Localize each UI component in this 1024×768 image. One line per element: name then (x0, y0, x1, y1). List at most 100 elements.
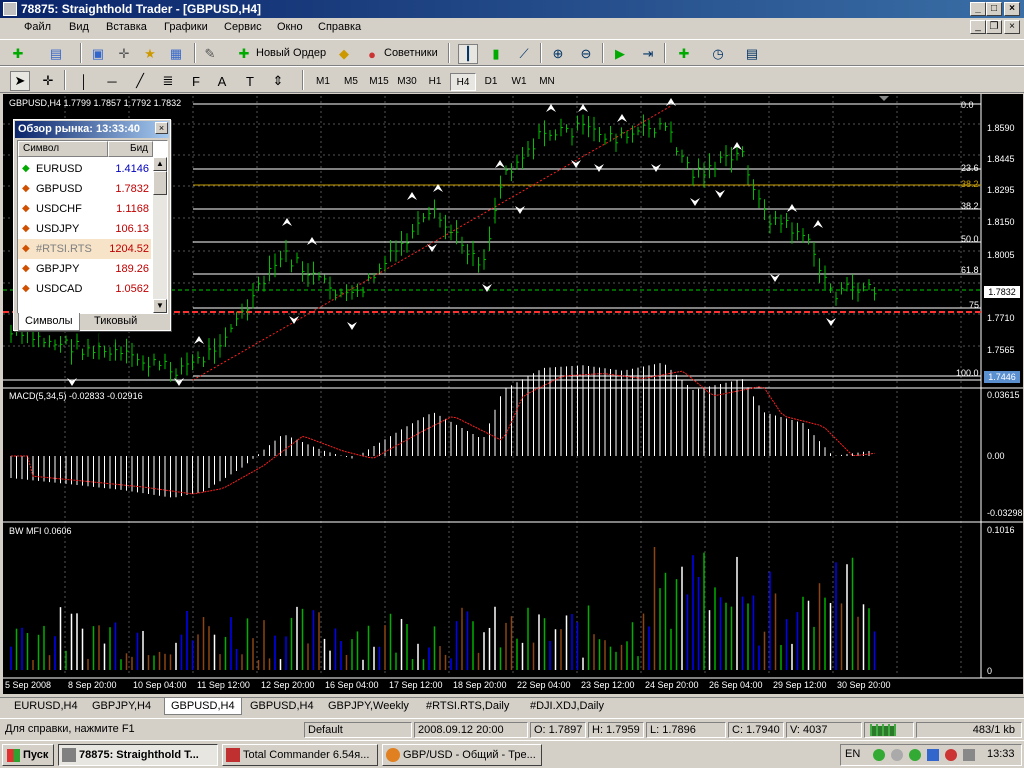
tab-tick-chart[interactable]: Тиковый граф (88, 313, 170, 343)
connection-bars-icon (864, 722, 914, 738)
market-row[interactable]: ◆ USDCAD 1.0562 (18, 279, 151, 299)
mdi-restore-button[interactable]: ❐ (986, 20, 1002, 34)
tf-m1[interactable]: M1 (310, 73, 336, 91)
menu-file[interactable]: Файл (24, 21, 51, 33)
price-tick: 1.8445 (987, 154, 1015, 164)
start-button[interactable]: Пуск (2, 744, 54, 766)
menu-window[interactable]: Окно (277, 21, 303, 33)
market-watch-close-icon[interactable]: × (155, 122, 168, 134)
line-chart-icon[interactable]: ⟋ (514, 44, 534, 64)
market-row[interactable]: ◆ USDCHF 1.1168 (18, 199, 151, 219)
advisors-icon[interactable]: ● (362, 44, 382, 64)
market-watch-title[interactable]: Обзор рынка: 13:33:40 (15, 121, 169, 138)
task-metatrader[interactable]: 78875: Straighthold T... (58, 744, 218, 766)
terminal-icon[interactable]: ▦ (166, 44, 186, 64)
tray-volume-icon[interactable] (963, 749, 975, 761)
text-label-icon[interactable]: T (240, 71, 260, 91)
tf-mn[interactable]: MN (534, 73, 560, 91)
menu-view[interactable]: Вид (69, 21, 89, 33)
autoscroll-icon[interactable]: ▶ (610, 44, 630, 64)
task-total-commander[interactable]: Total Commander 6.54я... (222, 744, 378, 766)
tab-symbols[interactable]: Символы (18, 313, 80, 331)
metatrader-icon (62, 748, 76, 762)
chart-tab[interactable]: GBPUSD,H4 (244, 698, 320, 715)
chart-tab[interactable]: #RTSI.RTS,Daily (420, 698, 515, 715)
menu-help[interactable]: Справка (318, 21, 361, 33)
tester-icon[interactable]: ✎ (200, 44, 220, 64)
chart-tab[interactable]: GBPJPY,H4 (86, 698, 157, 715)
chart-tab[interactable]: EURUSD,H4 (8, 698, 84, 715)
market-watch-icon[interactable]: ▣ (88, 44, 108, 64)
maximize-button[interactable]: □ (986, 2, 1002, 16)
channel-icon[interactable]: ≣ (158, 71, 178, 91)
tf-h1[interactable]: H1 (422, 73, 448, 91)
chart-shift-icon[interactable]: ⇥ (638, 44, 658, 64)
templates-icon[interactable]: ▤ (742, 44, 762, 64)
mdi-minimize-button[interactable]: _ (970, 20, 986, 34)
time-tick: 22 Sep 04:00 (517, 680, 571, 690)
language-indicator[interactable]: EN (845, 748, 860, 760)
fractal-up-arrow (787, 204, 797, 212)
macd-signal-line (11, 370, 875, 495)
scroll-thumb[interactable] (153, 171, 167, 195)
status-bar: Для справки, нажмите F1 Default 2008.09.… (0, 718, 1024, 738)
fib-level-75: 75 (969, 300, 980, 310)
text-icon[interactable]: A (212, 71, 232, 91)
tf-m5[interactable]: M5 (338, 73, 364, 91)
tray-agent-icon[interactable] (927, 749, 939, 761)
col-symbol-header[interactable]: Символ (18, 141, 108, 157)
metaeditor-icon[interactable]: ◆ (334, 44, 354, 64)
market-row[interactable]: ◆ EURUSD 1.4146 (18, 159, 151, 179)
col-bid-header[interactable]: Бид (108, 141, 153, 157)
profiles-icon[interactable]: ▤ (46, 44, 66, 64)
crosshair-icon[interactable]: ✛ (38, 71, 58, 91)
arrows-icon[interactable]: ⇕ (268, 71, 288, 91)
mdi-close-button[interactable]: × (1004, 20, 1020, 34)
market-watch-scrollbar[interactable]: ▲ ▼ (153, 157, 167, 313)
chart-tab[interactable]: GBPJPY,Weekly (322, 698, 415, 715)
tray-antivirus-icon[interactable] (945, 749, 957, 761)
task-browser[interactable]: GBP/USD - Общий - Тре... (382, 744, 542, 766)
tf-h4[interactable]: H4 (450, 73, 476, 91)
menu-insert[interactable]: Вставка (106, 21, 147, 33)
scroll-up-icon[interactable]: ▲ (153, 157, 167, 171)
menu-tools[interactable]: Сервис (224, 21, 262, 33)
tray-messenger-icon[interactable] (891, 749, 903, 761)
scroll-down-icon[interactable]: ▼ (153, 299, 167, 313)
tf-m30[interactable]: M30 (394, 73, 420, 91)
trendline-icon[interactable]: ╱ (130, 71, 150, 91)
tf-w1[interactable]: W1 (506, 73, 532, 91)
fibonacci-icon[interactable]: F (186, 71, 206, 91)
menu-charts[interactable]: Графики (164, 21, 208, 33)
new-chart-icon[interactable]: ✚ (8, 44, 28, 64)
new-order-icon[interactable]: ✚ (234, 44, 254, 64)
market-row[interactable]: ◆ USDJPY 106.13 (18, 219, 151, 239)
tray-icq-icon[interactable] (909, 749, 921, 761)
zoom-in-icon[interactable]: ⊕ (548, 44, 568, 64)
fib-level-100: 100.0 (956, 368, 979, 378)
advisors-button[interactable]: Советники (384, 47, 438, 59)
chart-tab-active[interactable]: GBPUSD,H4 (164, 698, 242, 715)
vertical-line-icon[interactable]: │ (74, 71, 94, 91)
bar-chart-icon[interactable]: ┃ (458, 44, 478, 64)
zoom-out-icon[interactable]: ⊖ (576, 44, 596, 64)
status-volume: V: 4037 (786, 722, 862, 738)
market-row[interactable]: ◆ GBPJPY 189.26 (18, 259, 151, 279)
indicators-icon[interactable]: ✚ (674, 44, 694, 64)
chart-tab[interactable]: #DJI.XDJ,Daily (524, 698, 610, 715)
market-row[interactable]: ◆ #RTSI.RTS 1204.52 (18, 239, 151, 259)
periods-icon[interactable]: ◷ (708, 44, 728, 64)
tf-d1[interactable]: D1 (478, 73, 504, 91)
down-arrow-icon: ◆ (22, 183, 30, 194)
candlestick-icon[interactable]: ▮ (486, 44, 506, 64)
tray-network-icon[interactable] (873, 749, 885, 761)
folder-icon[interactable]: ★ (140, 44, 160, 64)
cursor-icon[interactable]: ➤ (10, 71, 30, 91)
navigator-icon[interactable]: ✛ (114, 44, 134, 64)
market-row[interactable]: ◆ GBPUSD 1.7832 (18, 179, 151, 199)
minimize-button[interactable]: _ (970, 2, 986, 16)
close-button[interactable]: × (1004, 2, 1020, 16)
tf-m15[interactable]: M15 (366, 73, 392, 91)
horizontal-line-icon[interactable]: ─ (102, 71, 122, 91)
new-order-button[interactable]: Новый Ордер (256, 47, 326, 59)
